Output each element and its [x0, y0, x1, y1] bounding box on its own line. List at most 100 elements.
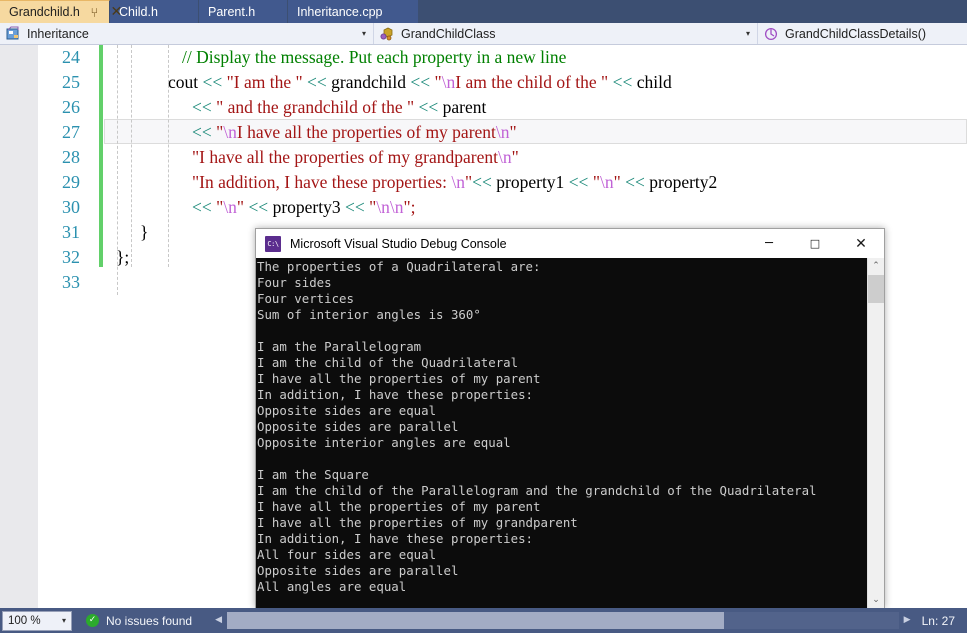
code-token: I have all the properties of my parent	[236, 122, 496, 142]
close-icon[interactable]: ✕	[109, 5, 124, 20]
code-token: <<	[568, 172, 593, 192]
member-dropdown[interactable]: GrandChildClassDetails()	[758, 23, 967, 44]
code-token: <<	[307, 72, 332, 92]
code-token: <<	[472, 172, 497, 192]
scroll-right-icon[interactable]: ▶	[899, 612, 916, 629]
class-dropdown-value: GrandChildClass	[401, 26, 496, 41]
line-number: 29	[62, 172, 80, 192]
code-token: \n	[599, 172, 614, 192]
indent-guide	[168, 45, 169, 267]
tab-label: Inheritance.cpp	[297, 4, 383, 19]
code-text: << " and the grandchild of the " << pare…	[192, 95, 486, 120]
code-token: <<	[192, 122, 217, 142]
issues-status-text: No issues found	[106, 613, 193, 628]
class-icon	[380, 27, 393, 40]
maximize-button[interactable]: □	[792, 229, 838, 258]
code-token: property2	[649, 172, 718, 192]
member-dropdown-value: GrandChildClassDetails()	[785, 26, 927, 41]
scroll-down-icon[interactable]: ⌄	[868, 592, 884, 609]
console-output-text: The properties of a Quadrilateral are: F…	[257, 259, 817, 594]
chevron-down-icon[interactable]: ▾	[57, 616, 71, 625]
code-line: 26 << " and the grandchild of the " << pa…	[0, 95, 967, 120]
code-token: \n	[441, 72, 456, 92]
code-token: "I have all the properties of my grandpa…	[192, 147, 498, 167]
console-window-title: Microsoft Visual Studio Debug Console	[290, 236, 507, 251]
code-token: <<	[202, 72, 227, 92]
pin-icon[interactable]: ⑂	[87, 5, 102, 20]
code-token: property3	[272, 197, 345, 217]
code-token: \n	[451, 172, 465, 192]
code-token: cout	[168, 72, 203, 92]
code-line: 25 cout << "I am the " << grandchild << "…	[0, 70, 967, 95]
code-text: "In addition, I have these properties: \…	[192, 170, 717, 195]
code-line: 27 << "\nI have all the properties of my …	[0, 120, 967, 145]
tab-strip-filler	[419, 0, 967, 23]
code-line: 29 "In addition, I have these properties:…	[0, 170, 967, 195]
code-token: \n	[495, 122, 510, 142]
navigation-bar: Inheritance ▾ GrandChildClass ▾ GrandChi…	[0, 23, 967, 45]
code-line: 28 "I have all the properties of my grand…	[0, 145, 967, 170]
code-token: \n	[223, 122, 237, 142]
line-number: 31	[62, 222, 80, 242]
code-token: <<	[344, 197, 370, 217]
horizontal-scrollbar[interactable]: ◀ ▶	[210, 608, 916, 633]
minimize-button[interactable]: ─	[746, 229, 792, 258]
check-circle-icon: ✓	[86, 614, 99, 627]
hscrollbar-thumb[interactable]	[227, 612, 725, 629]
code-token: "	[511, 147, 519, 167]
console-title-bar[interactable]: C:\ Microsoft Visual Studio Debug Consol…	[256, 229, 884, 258]
close-button[interactable]: ✕	[838, 229, 884, 258]
code-token: <<	[612, 72, 637, 92]
project-dropdown[interactable]: Inheritance ▾	[0, 23, 374, 44]
tab-label: Grandchild.h	[9, 5, 80, 19]
editor-tab-grandchild-h[interactable]: Grandchild.h ⑂ ✕	[0, 0, 122, 23]
line-number: 24	[62, 47, 80, 67]
project-icon	[6, 26, 19, 39]
chevron-down-icon[interactable]: ▾	[357, 29, 371, 38]
editor-tab-inheritance-cpp[interactable]: Inheritance.cpp	[288, 0, 419, 23]
editor-tab-parent-h[interactable]: Parent.h	[199, 0, 288, 23]
code-token: "	[434, 72, 442, 92]
tab-label: Child.h	[119, 4, 158, 19]
debug-console-window[interactable]: C:\ Microsoft Visual Studio Debug Consol…	[255, 228, 885, 609]
code-token: <<	[410, 72, 435, 92]
code-token: "	[613, 172, 626, 192]
code-token: I am the child of the "	[455, 72, 613, 92]
class-dropdown[interactable]: GrandChildClass ▾	[374, 23, 758, 44]
console-output-area[interactable]: The properties of a Quadrilateral are: F…	[256, 258, 884, 609]
code-token: ";	[403, 197, 416, 217]
tab-label: Parent.h	[208, 4, 256, 19]
scroll-up-icon[interactable]: ⌃	[868, 258, 884, 275]
hscrollbar-track[interactable]	[227, 612, 899, 629]
code-token: "I am the "	[226, 72, 308, 92]
code-text: "I have all the properties of my grandpa…	[192, 145, 519, 170]
console-scrollbar[interactable]: ⌃ ⌄	[867, 258, 884, 609]
code-token: <<	[192, 97, 217, 117]
line-number: 25	[62, 72, 80, 92]
code-text: << "\nI have all the properties of my pa…	[192, 120, 517, 145]
code-text: // Display the message. Put each propert…	[182, 45, 566, 70]
line-number: 28	[62, 147, 80, 167]
chevron-down-icon[interactable]: ▾	[741, 29, 755, 38]
indent-guide	[117, 45, 118, 295]
scrollbar-thumb[interactable]	[868, 275, 884, 303]
zoom-level-dropdown[interactable]: 100 % ▾	[2, 610, 72, 631]
code-token: \n	[498, 147, 512, 167]
code-line: 24 // Display the message. Put each prope…	[0, 45, 967, 70]
code-token: " and the grandchild of the "	[216, 97, 419, 117]
code-token: "In addition, I have these properties:	[192, 172, 452, 192]
line-number: 26	[62, 97, 80, 117]
code-token: <<	[192, 197, 217, 217]
code-token: }	[140, 222, 149, 242]
indent-guide	[131, 45, 132, 267]
issues-status[interactable]: ✓ No issues found	[86, 614, 192, 628]
zoom-level-value: 100 %	[8, 614, 41, 627]
method-icon	[764, 27, 778, 40]
scroll-left-icon[interactable]: ◀	[210, 612, 227, 629]
code-token: \n\n	[376, 197, 404, 217]
status-bar: 100 % ▾ ✓ No issues found ◀ ▶ Ln: 27	[0, 608, 967, 633]
code-token: <<	[248, 197, 273, 217]
code-token: grandchild	[331, 72, 411, 92]
code-line: 30 << "\n" << property3 << "\n\n";	[0, 195, 967, 220]
line-number: 30	[62, 197, 80, 217]
